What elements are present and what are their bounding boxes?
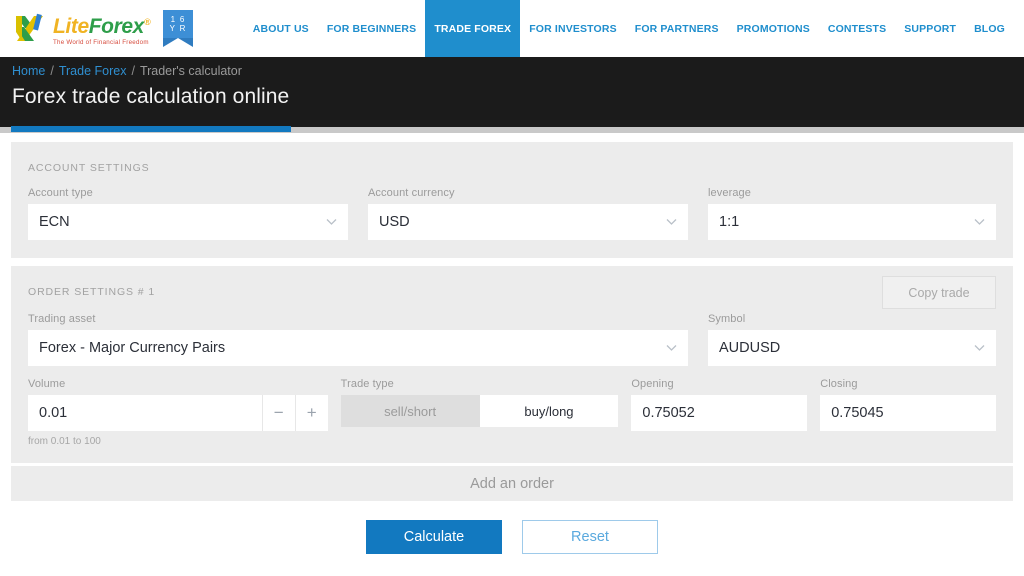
nav-item-support[interactable]: SUPPORT	[895, 0, 965, 57]
page-header-band: Home / Trade Forex / Trader's calculator…	[0, 57, 1024, 132]
account-settings-panel: ACCOUNT SETTINGS Account type ECN Accoun…	[11, 142, 1013, 258]
badge-ribbon-icon	[163, 37, 194, 47]
account-type-select[interactable]: ECN	[28, 204, 348, 240]
form-action-buttons: Calculate Reset	[11, 520, 1013, 554]
breadcrumb-trade-forex[interactable]: Trade Forex	[59, 64, 127, 78]
opening-price-field: Opening 0.75052	[631, 378, 808, 447]
closing-price-field: Closing 0.75045	[820, 378, 996, 447]
trading-asset-value: Forex - Major Currency Pairs	[39, 340, 226, 356]
order-settings-caption: ORDER SETTINGS # 1	[28, 286, 156, 298]
brand-name-lite: Lite	[53, 14, 89, 38]
anniversary-badge-icon: 1 6 Y R	[163, 9, 194, 48]
opening-price-value: 0.75052	[642, 405, 695, 421]
closing-price-label: Closing	[820, 378, 858, 390]
account-currency-select[interactable]: USD	[368, 204, 688, 240]
opening-price-label: Opening	[631, 378, 674, 390]
add-an-order-button[interactable]: Add an order	[11, 463, 1013, 501]
account-type-value: ECN	[39, 214, 70, 230]
account-type-field: Account type ECN	[28, 187, 348, 240]
chevron-down-icon	[666, 342, 677, 353]
nav-item-contests[interactable]: CONTESTS	[819, 0, 895, 57]
trading-asset-field: Trading asset Forex - Major Currency Pai…	[28, 313, 688, 366]
nav-item-blog[interactable]: BLOG	[965, 0, 1014, 57]
brand-name-forex: Forex	[88, 14, 145, 38]
order-params-row: Volume − + from 0.01 to 100 Trade type s…	[28, 378, 996, 463]
copy-trade-button[interactable]: Copy trade	[882, 276, 996, 309]
brand-wordmark: LiteForex® The World of Financial Freedo…	[53, 12, 151, 46]
page-title: Forex trade calculation online	[12, 85, 290, 108]
breadcrumb: Home / Trade Forex / Trader's calculator	[12, 57, 1024, 78]
trade-type-label: Trade type	[340, 378, 394, 390]
leverage-select[interactable]: 1:1	[708, 204, 996, 240]
traders-calculator-form: ACCOUNT SETTINGS Account type ECN Accoun…	[0, 133, 1024, 554]
leverage-field: leverage 1:1	[708, 187, 996, 240]
account-currency-value: USD	[379, 214, 410, 230]
account-currency-label: Account currency	[368, 187, 455, 199]
title-accent-underline	[11, 126, 291, 132]
volume-decrement-button[interactable]: −	[261, 395, 295, 431]
volume-range-hint: from 0.01 to 100	[28, 436, 101, 447]
symbol-label: Symbol	[708, 313, 746, 325]
volume-input[interactable]	[28, 395, 262, 431]
account-type-label: Account type	[28, 187, 93, 199]
chevron-down-icon	[666, 216, 677, 227]
panel-gap	[11, 258, 1013, 266]
leverage-value: 1:1	[719, 214, 740, 230]
opening-price-input[interactable]: 0.75052	[631, 395, 808, 431]
order-settings-panel: ORDER SETTINGS # 1 Copy trade Trading as…	[11, 266, 1013, 463]
chevron-down-icon	[974, 342, 985, 353]
nav-item-for-partners[interactable]: FOR PARTNERS	[626, 0, 728, 57]
account-settings-fields: Account type ECN Account currency USD le…	[28, 187, 996, 240]
badge-line-2: Y R	[169, 23, 187, 33]
calculate-button[interactable]: Calculate	[366, 520, 502, 554]
volume-increment-button[interactable]: +	[294, 395, 328, 431]
leverage-label: leverage	[708, 187, 751, 199]
closing-price-value: 0.75045	[831, 405, 884, 421]
reset-button[interactable]: Reset	[522, 520, 658, 554]
trade-type-sell-short-option[interactable]: sell/short	[341, 395, 480, 427]
volume-label: Volume	[28, 378, 66, 390]
asset-symbol-row: Trading asset Forex - Major Currency Pai…	[28, 313, 996, 366]
main-navigation: ABOUT US FOR BEGINNERS TRADE FOREX FOR I…	[244, 0, 1024, 57]
breadcrumb-home[interactable]: Home	[12, 64, 45, 78]
volume-field: Volume − + from 0.01 to 100	[28, 378, 328, 447]
brand-logo[interactable]: LiteForex® The World of Financial Freedo…	[0, 0, 151, 57]
closing-price-input[interactable]: 0.75045	[820, 395, 996, 431]
symbol-value: AUDUSD	[719, 340, 781, 356]
nav-item-trade-forex[interactable]: TRADE FOREX	[425, 0, 521, 57]
nav-item-for-beginners[interactable]: FOR BEGINNERS	[318, 0, 425, 57]
site-header: LiteForex® The World of Financial Freedo…	[0, 0, 1024, 57]
symbol-field: Symbol AUDUSD	[708, 313, 996, 366]
order-settings-header: ORDER SETTINGS # 1 Copy trade	[28, 266, 996, 309]
brand-registered-mark: ®	[143, 16, 151, 27]
trade-type-field: Trade type sell/short buy/long	[340, 378, 619, 447]
breadcrumb-separator-2: /	[131, 64, 135, 78]
liteforex-logo-icon	[12, 12, 52, 46]
nav-item-promotions[interactable]: PROMOTIONS	[728, 0, 819, 57]
chevron-down-icon	[974, 216, 985, 227]
chevron-down-icon	[326, 216, 337, 227]
trade-type-toggle: sell/short buy/long	[340, 395, 619, 427]
trade-type-buy-long-option[interactable]: buy/long	[479, 395, 619, 427]
account-settings-caption: ACCOUNT SETTINGS	[28, 162, 150, 174]
symbol-select[interactable]: AUDUSD	[708, 330, 996, 366]
nav-item-about-us[interactable]: ABOUT US	[244, 0, 318, 57]
nav-item-for-investors[interactable]: FOR INVESTORS	[520, 0, 626, 57]
breadcrumb-separator-1: /	[50, 64, 54, 78]
trading-asset-select[interactable]: Forex - Major Currency Pairs	[28, 330, 688, 366]
brand-tagline: The World of Financial Freedom	[53, 38, 149, 46]
trading-asset-label: Trading asset	[28, 313, 96, 325]
account-currency-field: Account currency USD	[368, 187, 688, 240]
badge-line-1: 1 6	[170, 14, 186, 24]
breadcrumb-current: Trader's calculator	[139, 64, 242, 78]
